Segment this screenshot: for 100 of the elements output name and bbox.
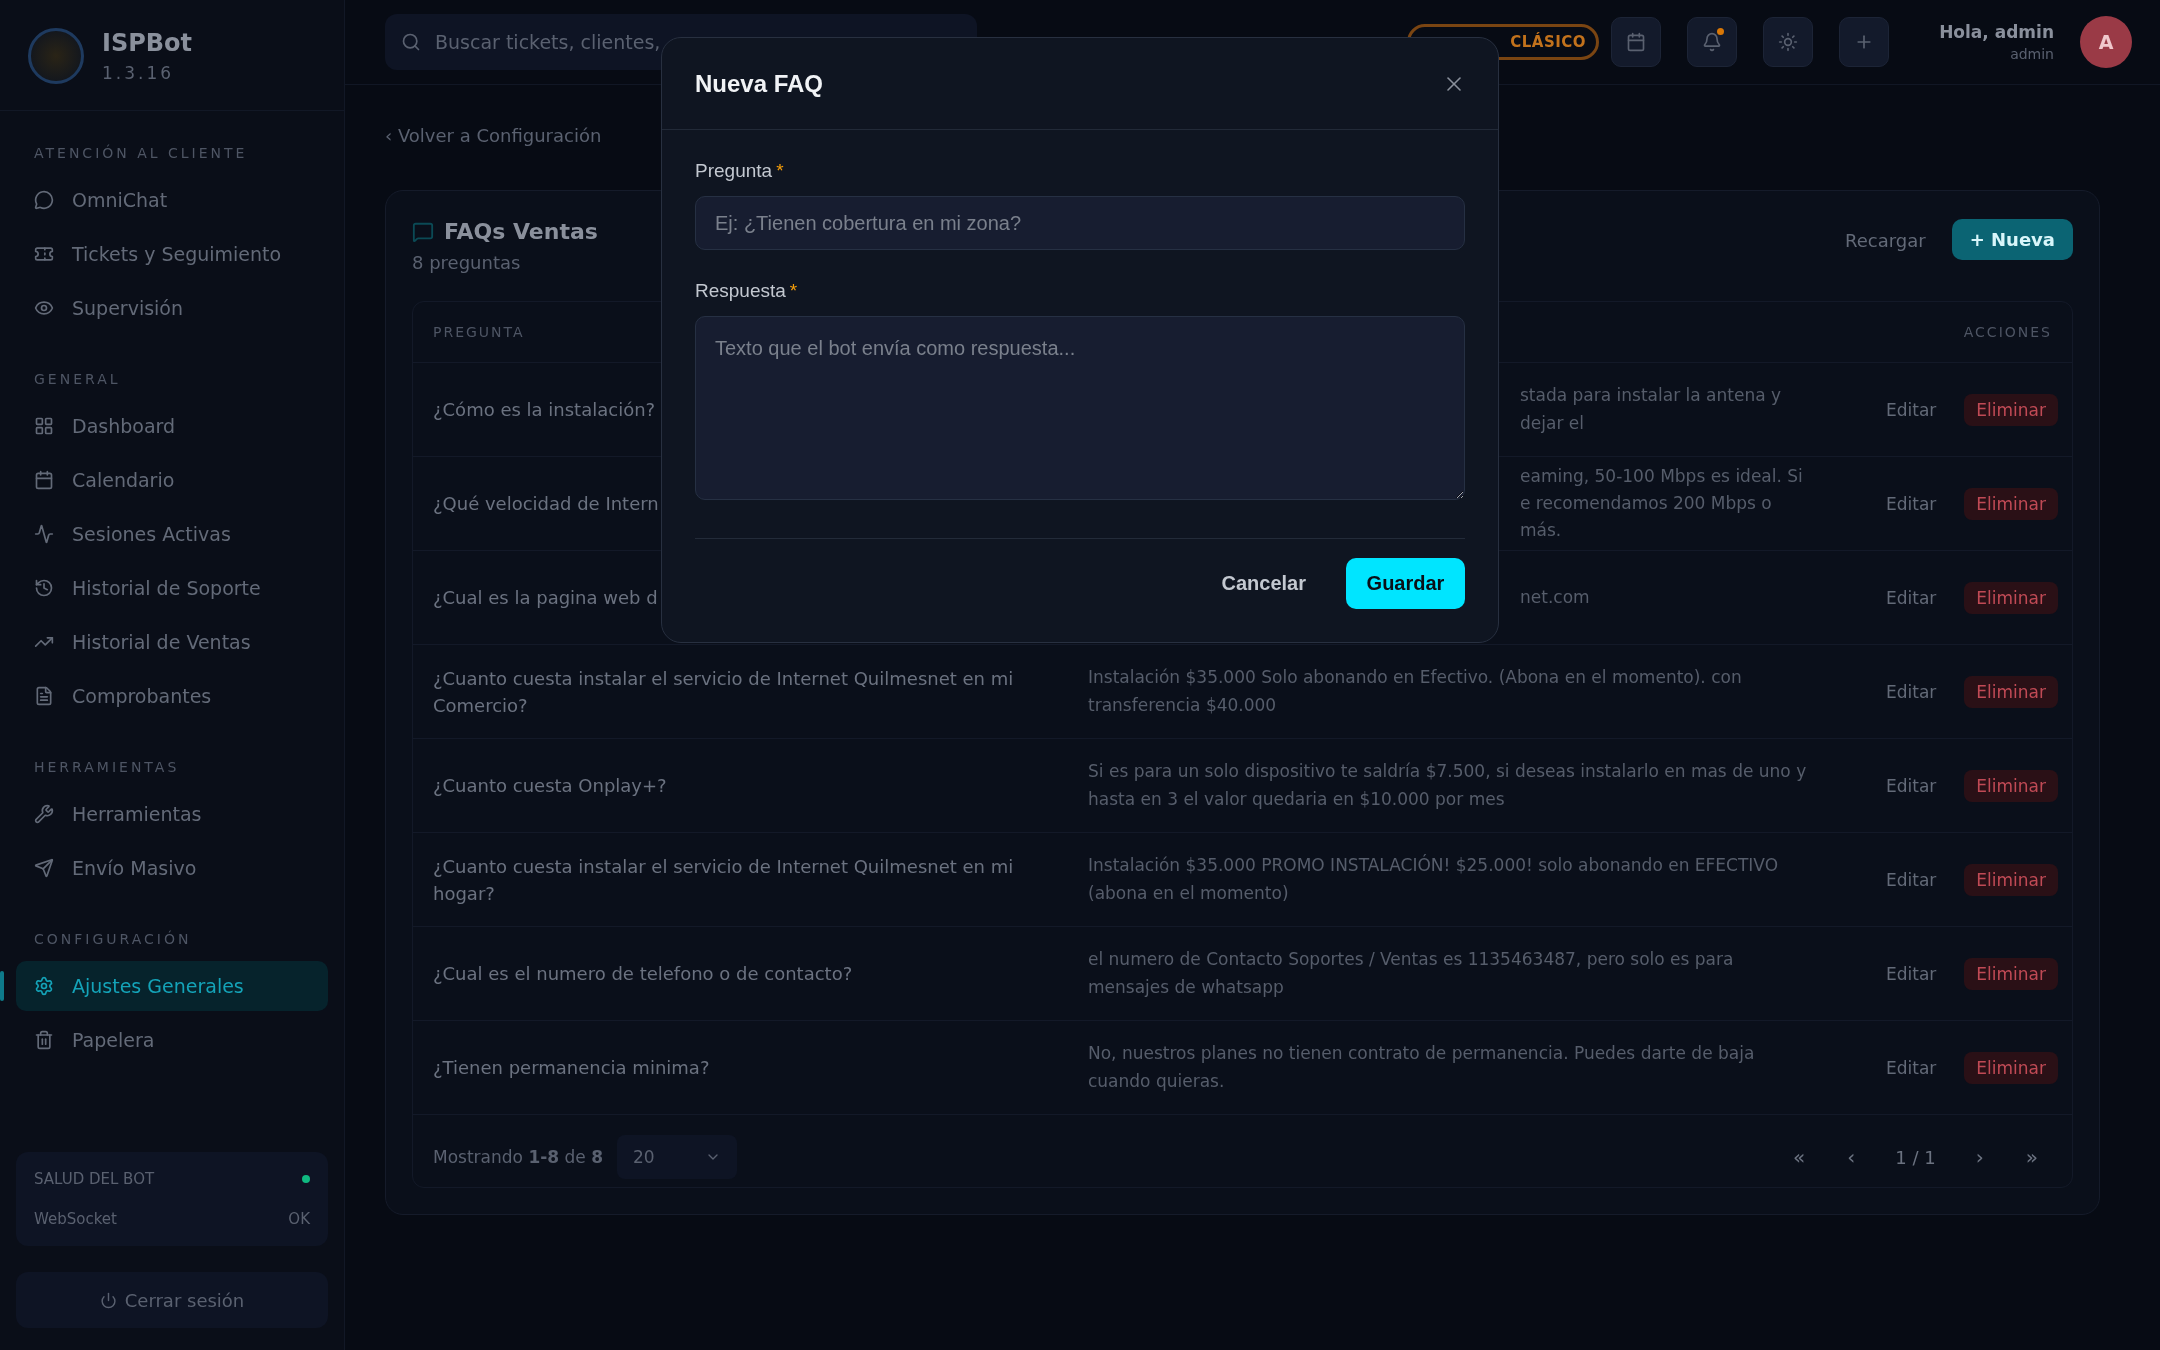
edit-button[interactable]: Editar: [1880, 680, 1943, 703]
edit-button[interactable]: Editar: [1880, 1056, 1943, 1079]
nav-item[interactable]: Sesiones Activas: [16, 509, 328, 559]
nav-icon: [34, 416, 54, 436]
greeting-text: Hola, admin: [1939, 22, 2054, 42]
nav-icon: [34, 804, 54, 824]
health-title: SALUD DEL BOT: [34, 1170, 155, 1188]
page-size-select[interactable]: 20: [617, 1135, 737, 1179]
nav-item[interactable]: Papelera: [16, 1015, 328, 1065]
question-cell-text: ¿Cuanto cuesta instalar el servicio de Internet Quilmesnet en mi hogar?: [432, 854, 1015, 906]
question-cell-text: ¿Cómo es la instalación?: [432, 398, 657, 422]
edit-button[interactable]: Editar: [1880, 962, 1943, 985]
reload-button[interactable]: Recargar: [1839, 229, 1932, 252]
answer-cell-text: No, nuestros planes no tienen contrato de permanencia. Puedes darte de baja cuando quieras.: [1088, 1042, 1756, 1093]
back-link[interactable]: ‹ Volver a Configuración: [385, 125, 602, 146]
answer-cell-text: Si es para un solo dispositivo te saldría $7.500, si deseas instalarlo en mas de uno y hasta en 3 el valor quedaria en $10.000 por mes: [1088, 760, 1808, 811]
nav-item[interactable]: OmniChat: [16, 175, 328, 225]
nav-item[interactable]: Comprobantes: [16, 671, 328, 721]
delete-button[interactable]: Eliminar: [1964, 957, 2058, 990]
answer-cell-text: eaming, 50-100 Mbps es ideal. Si e recomendamos 200 Mbps o más.: [1520, 464, 1804, 543]
modal-title: Nueva FAQ: [695, 69, 824, 98]
health-label: WebSocket: [34, 1210, 117, 1228]
field-label: Respuesta *: [695, 280, 799, 302]
nav-item[interactable]: Tickets y Seguimiento: [16, 229, 328, 279]
answer-cell-text: el numero de Contacto Soportes / Ventas es 1135463487, pero solo es para mensajes de whatsapp: [1088, 948, 1735, 999]
nav-item[interactable]: Dashboard: [16, 401, 328, 451]
nav-icon: [34, 1030, 54, 1050]
edit-button[interactable]: Editar: [1880, 586, 1943, 609]
save-button[interactable]: Guardar: [1346, 558, 1465, 609]
delete-button[interactable]: Eliminar: [1964, 393, 2058, 426]
page-indicator: 1 / 1: [1895, 1146, 1936, 1168]
search-icon: [401, 32, 421, 52]
version-text: 1.3.16: [102, 63, 176, 83]
notification-dot: [1717, 28, 1725, 35]
section-title: ATENCIÓN AL CLIENTE: [34, 145, 249, 161]
logo-icon: [28, 28, 84, 84]
delete-button[interactable]: Eliminar: [1964, 675, 2058, 708]
calendar-icon: [1626, 32, 1647, 52]
answer-cell-text: stada para instalar la antena y dejar el: [1520, 384, 1783, 435]
cancel-button[interactable]: Cancelar: [1215, 571, 1312, 596]
nav-icon: [34, 686, 54, 706]
nav-item[interactable]: Historial de Ventas: [16, 617, 328, 667]
card-subtitle: 8 preguntas: [412, 252, 522, 273]
prev-page-button[interactable]: ‹: [1833, 1141, 1870, 1173]
delete-button[interactable]: Eliminar: [1964, 769, 2058, 802]
brand-name: ISPBot: [102, 29, 193, 57]
section-title: GENERAL: [34, 371, 122, 387]
selection-bar: [0, 971, 4, 1001]
nav-icon: [34, 244, 54, 264]
section-title: HERRAMIENTAS: [34, 759, 181, 775]
delete-button[interactable]: Eliminar: [1964, 581, 2058, 614]
question-cell-text: ¿Cual es la pagina web d: [432, 586, 659, 610]
health-value: OK: [288, 1210, 310, 1228]
next-page-button[interactable]: ›: [1961, 1141, 1998, 1173]
role-text: admin: [2010, 46, 2054, 62]
nav-item[interactable]: Envío Masivo: [16, 843, 328, 893]
section-title: CONFIGURACIÓN: [34, 931, 193, 947]
question-cell-text: ¿Qué velocidad de Intern: [432, 492, 660, 516]
nav-icon: [34, 578, 54, 598]
question-cell-text: ¿Cuanto cuesta instalar el servicio de Internet Quilmesnet en mi Comercio?: [432, 666, 1015, 718]
nav-icon: [34, 524, 54, 544]
question-field[interactable]: Ej: ¿Tienen cobertura en mi zona?: [695, 196, 1465, 250]
nav-item[interactable]: Calendario: [16, 455, 328, 505]
nav-icon: [34, 976, 54, 996]
answer-cell-text: net.com: [1520, 585, 1591, 609]
answer-field[interactable]: Texto que el bot envía como respuesta...: [695, 316, 1465, 500]
sun-icon: [1778, 32, 1799, 52]
nav-item[interactable]: Historial de Soporte: [16, 563, 328, 613]
edit-button[interactable]: Editar: [1880, 774, 1943, 797]
edit-button[interactable]: Editar: [1880, 868, 1943, 891]
avatar[interactable]: A: [2080, 16, 2132, 68]
nav-item[interactable]: Herramientas: [16, 789, 328, 839]
edit-button[interactable]: Editar: [1880, 492, 1943, 515]
field-label: Pregunta *: [695, 160, 785, 182]
question-cell-text: ¿Cuanto cuesta Onplay+?: [432, 774, 668, 798]
column-header: PREGUNTA: [432, 324, 526, 340]
answer-cell-text: Instalación $35.000 PROMO INSTALACIÓN! $25.000! solo abonando en EFECTIVO (abona en el momento): [1088, 853, 1780, 905]
theme-button[interactable]: [1763, 17, 1814, 67]
delete-button[interactable]: Eliminar: [1964, 863, 2058, 896]
question-cell-text: ¿Tienen permanencia minima?: [432, 1056, 711, 1080]
nav-icon: [34, 858, 54, 878]
showing-text: Mostrando 1-8 de 8: [433, 1147, 603, 1167]
card-title: FAQs Ventas: [444, 219, 598, 244]
notifications-button[interactable]: [1687, 17, 1738, 67]
question-cell-text: ¿Cual es el numero de telefono o de contacto?: [432, 962, 854, 986]
delete-button[interactable]: Eliminar: [1964, 487, 2058, 520]
answer-cell-text: Instalación $35.000 Solo abonando en Efectivo. (Abona en el momento). con transferencia $40.000: [1088, 666, 1743, 717]
last-page-button[interactable]: »: [2011, 1141, 2052, 1173]
nav-item[interactable]: Supervisión: [16, 283, 328, 333]
power-icon: [99, 1291, 117, 1309]
nav-icon: [34, 470, 54, 490]
nav-icon: [34, 298, 54, 318]
calendar-button[interactable]: [1611, 17, 1662, 67]
first-page-button[interactable]: «: [1779, 1141, 1820, 1173]
bell-icon: [1702, 32, 1723, 52]
edit-button[interactable]: Editar: [1880, 398, 1943, 421]
chat-icon: [412, 220, 434, 243]
delete-button[interactable]: Eliminar: [1964, 1051, 2058, 1084]
logout-button[interactable]: Cerrar sesión: [16, 1272, 328, 1328]
new-button[interactable]: + Nueva: [1951, 219, 2073, 260]
